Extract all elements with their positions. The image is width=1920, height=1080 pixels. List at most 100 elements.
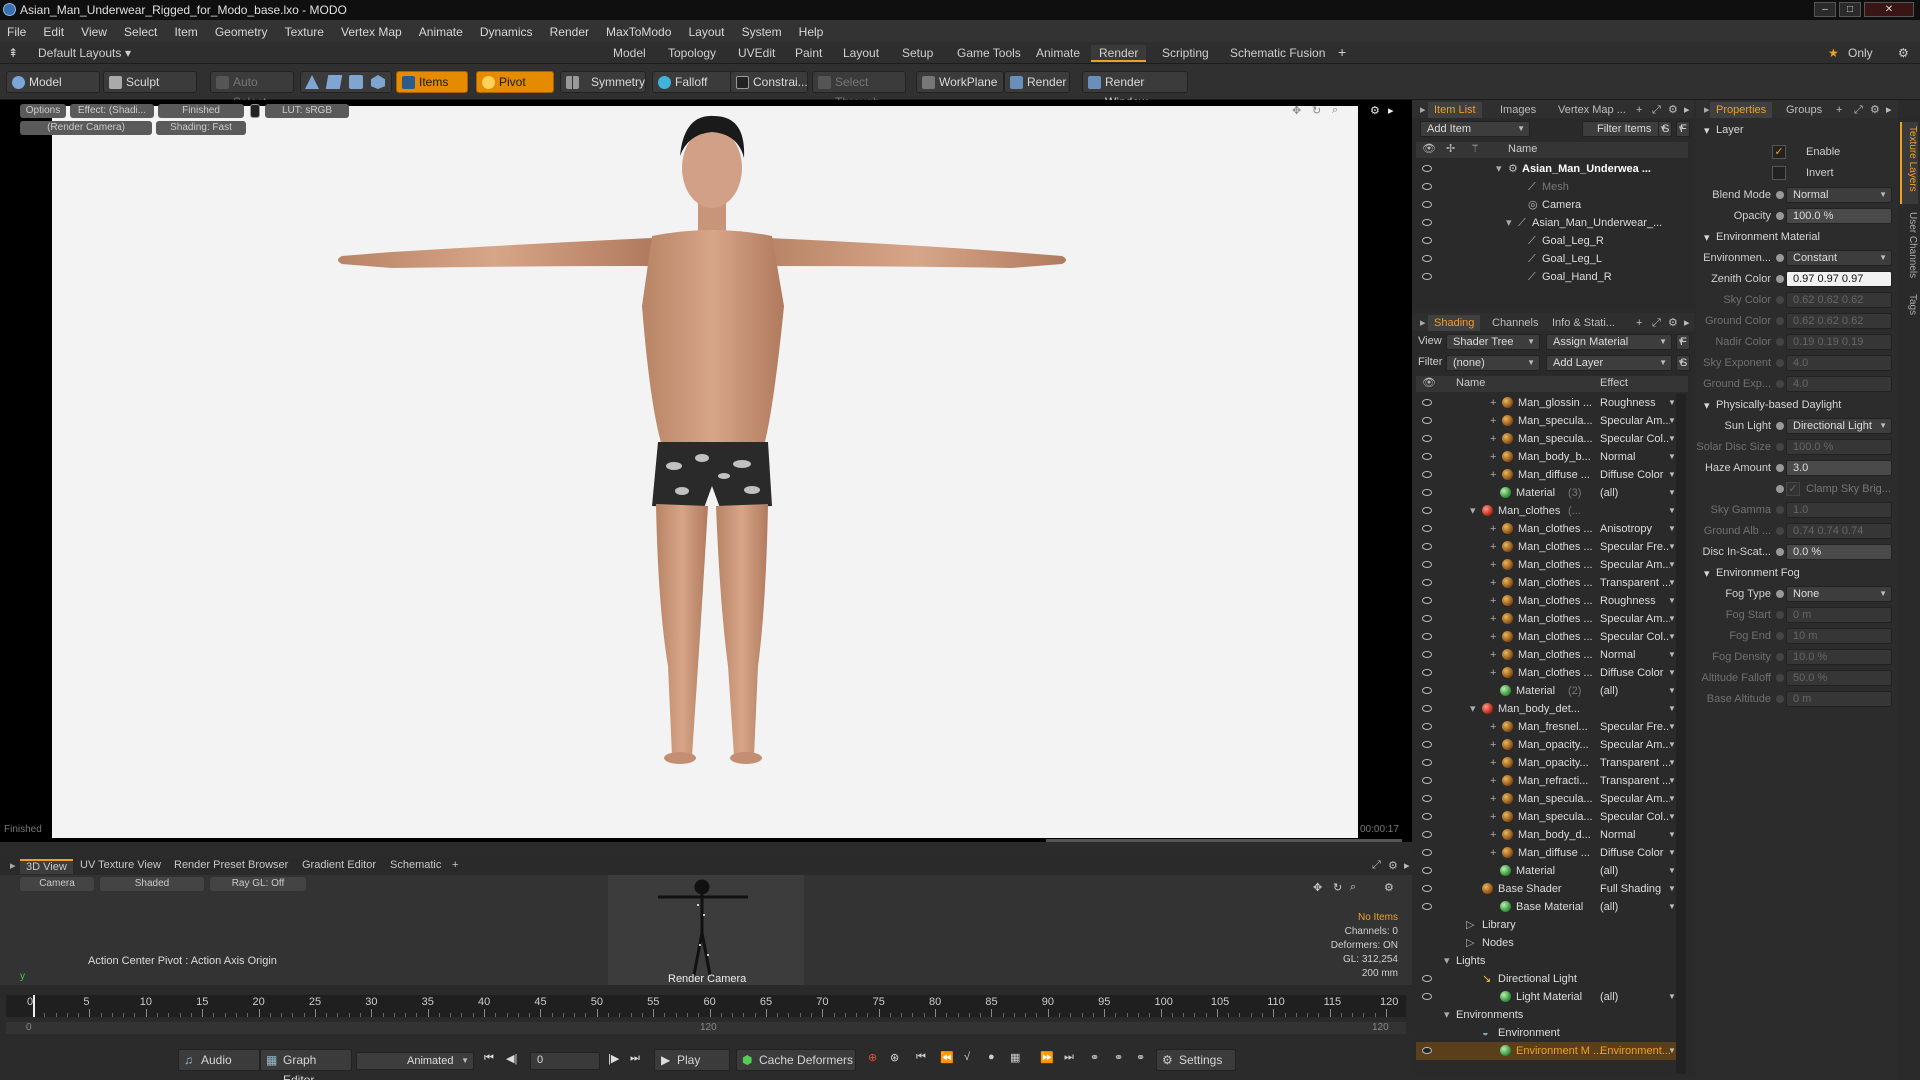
- chevron-down-icon[interactable]: ▼: [1668, 448, 1676, 466]
- viewport-options-button[interactable]: Options: [20, 104, 66, 118]
- property-state-dot[interactable]: [1776, 464, 1784, 472]
- shader-effect-dropdown[interactable]: Diffuse Color: [1600, 466, 1670, 484]
- panel-menu-icon[interactable]: ▸: [4, 859, 22, 874]
- property-dropdown[interactable]: Directional Light: [1786, 418, 1892, 434]
- expand-plus-icon[interactable]: +: [1490, 772, 1496, 790]
- edges-icon[interactable]: [325, 75, 343, 89]
- shader-effect-dropdown[interactable]: Transparent ...: [1600, 574, 1670, 592]
- shader-effect-dropdown[interactable]: Diffuse Color: [1600, 664, 1670, 682]
- next-key-icon[interactable]: |▶: [608, 1052, 619, 1065]
- camera-dropdown[interactable]: Camera: [20, 877, 94, 891]
- shader-tree-row[interactable]: ▾ Man_clothes (... ▼: [1416, 502, 1676, 520]
- shader-effect-dropdown[interactable]: Full Shading: [1600, 880, 1670, 898]
- expand-plus-icon[interactable]: +: [1490, 844, 1496, 862]
- property-state-dot[interactable]: [1776, 443, 1784, 451]
- cache-deformers-button[interactable]: ⬢ Cache Deformers: [736, 1049, 856, 1071]
- chevron-down-icon[interactable]: ▼: [1668, 646, 1676, 664]
- rotate-view-icon[interactable]: ↻: [1312, 104, 1321, 117]
- tab-schematic[interactable]: Schematic: [384, 859, 447, 874]
- symmetry-button[interactable]: Symmetry: [560, 71, 646, 93]
- expand-plus-icon[interactable]: +: [1490, 790, 1496, 808]
- animated-dropdown[interactable]: Animated: [356, 1052, 474, 1070]
- items-mode-button[interactable]: Items: [396, 71, 468, 93]
- visibility-eye-icon[interactable]: [1422, 705, 1432, 712]
- chevron-down-icon[interactable]: ▼: [1668, 538, 1676, 556]
- item-list-s-button[interactable]: S: [1658, 121, 1672, 137]
- expand-plus-icon[interactable]: +: [1490, 610, 1496, 628]
- shader-tree-row[interactable]: ▷ Nodes: [1416, 934, 1676, 952]
- visibility-eye-icon[interactable]: [1422, 615, 1432, 622]
- chevron-down-icon[interactable]: ▼: [1668, 520, 1676, 538]
- add-view-tab-button[interactable]: +: [446, 859, 464, 874]
- property-state-dot[interactable]: [1776, 254, 1784, 262]
- filter-items-dropdown[interactable]: Filter Items: [1582, 121, 1670, 137]
- property-value-field[interactable]: 4.0: [1786, 376, 1892, 392]
- property-value-field[interactable]: 4.0: [1786, 355, 1892, 371]
- property-value-field[interactable]: 0.0 %: [1786, 544, 1892, 560]
- property-state-dot[interactable]: [1776, 212, 1784, 220]
- minimize-button[interactable]: –: [1814, 2, 1836, 17]
- visibility-eye-icon[interactable]: [1422, 165, 1432, 172]
- tree-expand-icon[interactable]: ▾: [1470, 700, 1476, 718]
- shader-tree-row[interactable]: + Man_opacity... Specular Am... ▼: [1416, 736, 1676, 754]
- select-through-button[interactable]: Select Through: [812, 71, 906, 109]
- property-state-dot[interactable]: [1776, 611, 1784, 619]
- shader-tree-row[interactable]: + Man_clothes ... Normal ▼: [1416, 646, 1676, 664]
- clamp-sky-checkbox[interactable]: ✓: [1786, 482, 1800, 496]
- shaded-dropdown[interactable]: Shaded: [100, 877, 204, 891]
- next-keyframe-icon[interactable]: ⏩: [1040, 1051, 1054, 1064]
- menu-animate[interactable]: Animate: [412, 20, 470, 42]
- visibility-eye-icon[interactable]: [1422, 669, 1432, 676]
- tab-3d-view[interactable]: 3D View: [20, 859, 73, 874]
- shader-tree-row[interactable]: + Man_body_d... Normal ▼: [1416, 826, 1676, 844]
- timeline-playhead[interactable]: [33, 995, 35, 1017]
- render-viewport[interactable]: Options Effect: (Shadi... Finished LUT: …: [0, 100, 1412, 842]
- property-state-dot[interactable]: [1776, 317, 1784, 325]
- chevron-down-icon[interactable]: ▼: [1668, 1042, 1676, 1060]
- visibility-eye-icon[interactable]: [1422, 723, 1432, 730]
- channel-icon[interactable]: ⚭: [1114, 1051, 1123, 1064]
- menu-layout[interactable]: Layout: [681, 20, 731, 42]
- property-state-dot[interactable]: [1776, 506, 1784, 514]
- menu-select[interactable]: Select: [117, 20, 164, 42]
- menu-system[interactable]: System: [735, 20, 789, 42]
- property-value-field[interactable]: 0.19 0.19 0.19: [1786, 334, 1892, 350]
- chevron-down-icon[interactable]: ▼: [1668, 502, 1676, 520]
- current-frame-input[interactable]: 0: [530, 1052, 600, 1070]
- visibility-eye-icon[interactable]: [1422, 993, 1432, 1000]
- shader-effect-dropdown[interactable]: (all): [1600, 682, 1670, 700]
- property-value-field[interactable]: 0.74 0.74 0.74: [1786, 523, 1892, 539]
- shader-tree-row[interactable]: ▾ Lights: [1416, 952, 1676, 970]
- item-list-row[interactable]: ⟋ Goal_Leg_L: [1416, 250, 1688, 268]
- tab-info-statistics[interactable]: Info & Stati...: [1546, 315, 1621, 331]
- expand-plus-icon[interactable]: +: [1490, 394, 1496, 412]
- layout-tab-topology[interactable]: Topology: [660, 45, 724, 62]
- expand-plus-icon[interactable]: +: [1490, 412, 1496, 430]
- mini-move-icon[interactable]: ✥: [1313, 881, 1322, 894]
- shader-tree-row[interactable]: + Man_glossin ... Roughness ▼: [1416, 394, 1676, 412]
- visibility-eye-icon[interactable]: [1422, 777, 1432, 784]
- chevron-down-icon[interactable]: ▼: [1668, 880, 1676, 898]
- shader-tree-row[interactable]: + Man_body_b... Normal ▼: [1416, 448, 1676, 466]
- property-value-field[interactable]: 3.0: [1786, 460, 1892, 476]
- shader-effect-dropdown[interactable]: Specular Am...: [1600, 556, 1670, 574]
- property-state-dot[interactable]: [1776, 653, 1784, 661]
- shader-tree-row[interactable]: + Man_clothes ... Diffuse Color ▼: [1416, 664, 1676, 682]
- property-value-field[interactable]: 10 m: [1786, 628, 1892, 644]
- layout-tab-scripting[interactable]: Scripting: [1154, 45, 1217, 62]
- visibility-eye-icon[interactable]: [1422, 975, 1432, 982]
- expand-plus-icon[interactable]: +: [1490, 736, 1496, 754]
- expand-plus-icon[interactable]: +: [1490, 646, 1496, 664]
- visibility-eye-icon[interactable]: [1422, 687, 1432, 694]
- enable-checkbox[interactable]: ✓: [1772, 145, 1786, 159]
- expand-plus-icon[interactable]: +: [1490, 430, 1496, 448]
- property-value-field[interactable]: 10.0 %: [1786, 649, 1892, 665]
- section-collapse-icon[interactable]: ▾: [1704, 399, 1710, 412]
- shader-effect-dropdown[interactable]: Specular Col...: [1600, 430, 1670, 448]
- viewport-gear-icon[interactable]: ⚙: [1370, 104, 1380, 117]
- shader-tree-row[interactable]: Base Shader Full Shading ▼: [1416, 880, 1676, 898]
- shader-effect-dropdown[interactable]: Transparent ...: [1600, 754, 1670, 772]
- property-value-field[interactable]: 0 m: [1786, 607, 1892, 623]
- tab-uv-texture-view[interactable]: UV Texture View: [74, 859, 167, 874]
- pivot-mode-button[interactable]: Pivot: [476, 71, 554, 93]
